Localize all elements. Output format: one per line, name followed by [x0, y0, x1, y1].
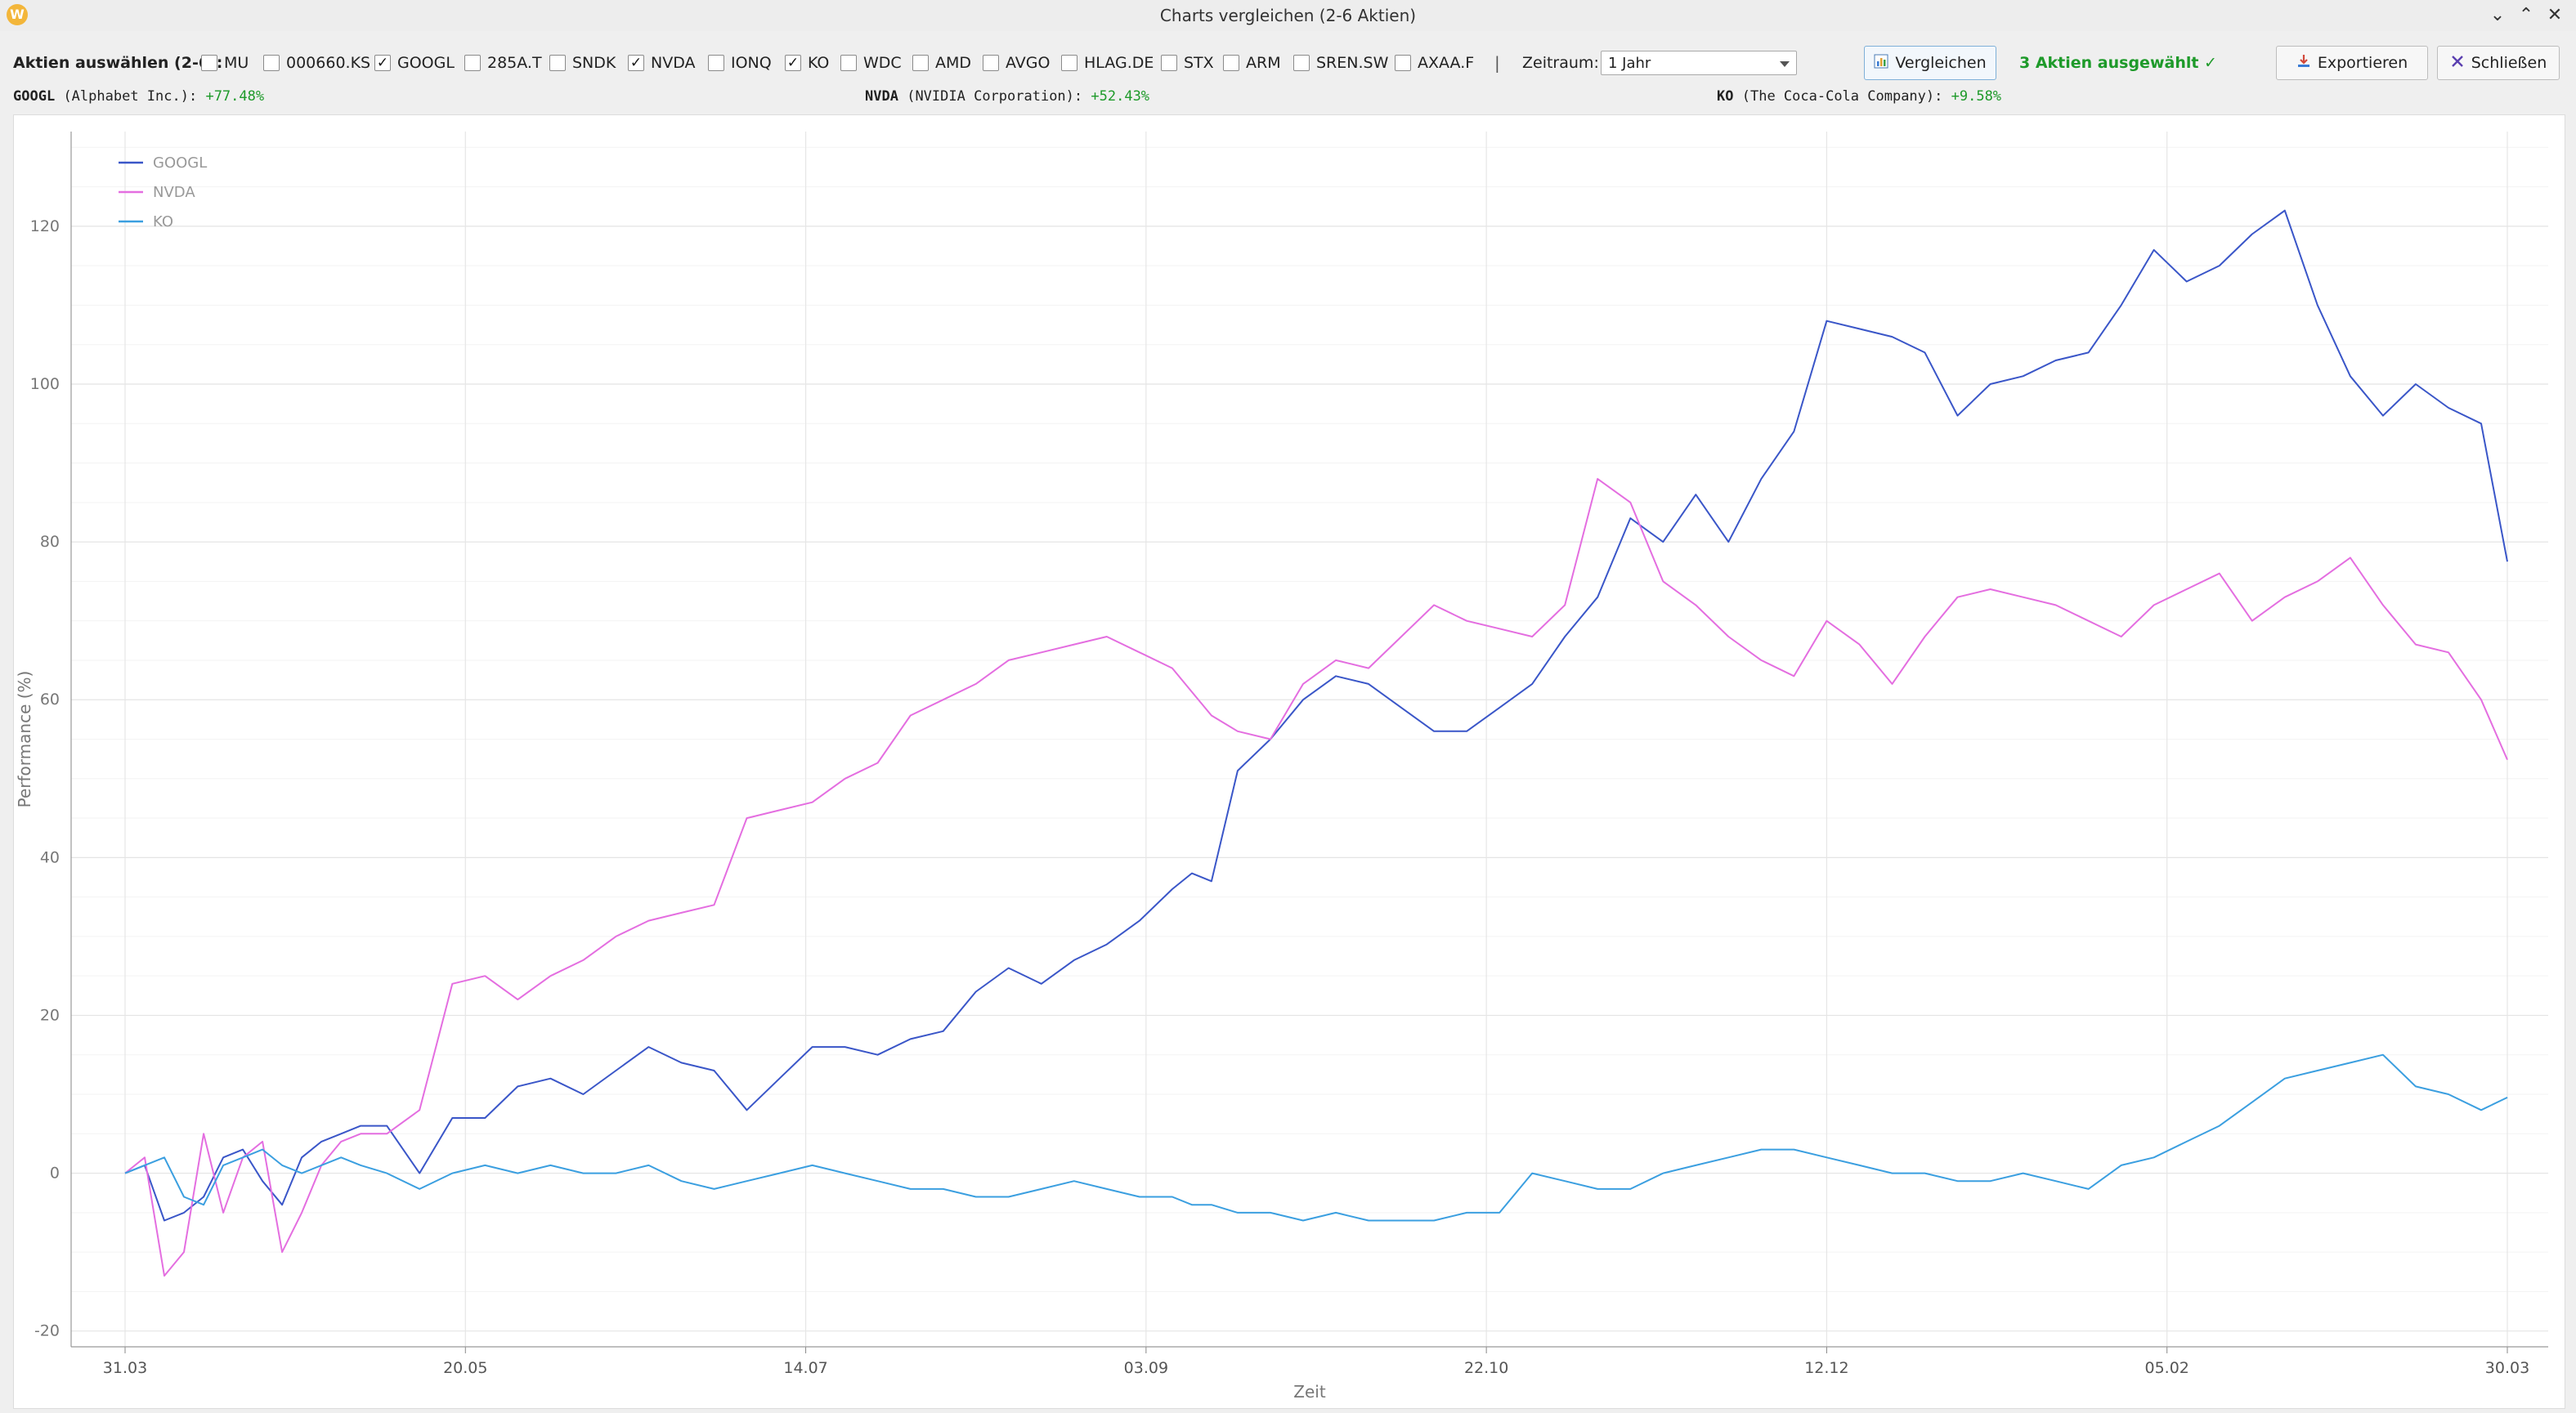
series-line-ko: [124, 1053, 2508, 1222]
chart-grid: [71, 132, 2548, 1347]
x-tick-label: 03.09: [1124, 1359, 1168, 1377]
checkbox-mu[interactable]: MU: [201, 53, 249, 73]
info-ko: KO (The Coca-Cola Company): +9.58%: [1717, 88, 2002, 105]
close-button[interactable]: Schließen: [2437, 46, 2560, 80]
chart-legend: GOOGL NVDA KO: [119, 154, 207, 230]
x-axis-title: Zeit: [1293, 1382, 1326, 1402]
title-bar: W Charts vergleichen (2-6 Aktien) ⌄ ⌃ ✕: [0, 0, 2576, 32]
y-tick-label: 60: [40, 691, 60, 709]
chart-area[interactable]: -20 0 20 40 60 80 100 120 31.03 20.05 14.07 03.09 22…: [13, 114, 2565, 1409]
x-tick-label: 20.05: [443, 1359, 487, 1377]
chart-series: [124, 209, 2508, 1277]
close-window-icon[interactable]: ✕: [2542, 3, 2567, 28]
checkbox-srensw[interactable]: SREN.SW: [1293, 53, 1388, 73]
close-icon: [2450, 54, 2465, 73]
chevron-down-icon: [1780, 61, 1790, 67]
chart-axes: -20 0 20 40 60 80 100 120 31.03 20.05 14.07 03.09 22…: [15, 132, 2548, 1402]
info-nvda: NVDA (NVIDIA Corporation): +52.43%: [865, 88, 1150, 105]
checkbox-000660ks[interactable]: 000660.KS: [263, 53, 370, 73]
y-tick-label: 120: [30, 217, 60, 235]
checkbox-nvda[interactable]: ✓ NVDA: [628, 53, 696, 73]
period-label: Zeitraum:: [1522, 54, 1599, 72]
checkbox-ko[interactable]: ✓ KO: [785, 53, 829, 73]
toolbar-separator: |: [1494, 53, 1500, 73]
checkbox-amd[interactable]: AMD: [912, 53, 971, 73]
minimize-icon[interactable]: ⌄: [2485, 3, 2510, 28]
y-tick-label: 80: [40, 533, 60, 551]
stock-select-label: Aktien auswählen (2-6):: [13, 54, 223, 72]
x-tick-label: 12.12: [1804, 1359, 1848, 1377]
y-tick-label: -20: [34, 1322, 60, 1340]
checkbox-hlagde[interactable]: HLAG.DE: [1061, 53, 1154, 73]
legend-label-ko: KO: [153, 213, 173, 230]
x-tick-label: 22.10: [1464, 1359, 1508, 1377]
y-tick-label: 40: [40, 848, 60, 866]
y-tick-label: 100: [30, 375, 60, 393]
x-tick-label: 14.07: [783, 1359, 827, 1377]
series-line-nvda: [124, 477, 2508, 1277]
period-select[interactable]: 1 Jahr: [1601, 51, 1797, 75]
x-tick-label: 30.03: [2485, 1359, 2529, 1377]
checkbox-wdc[interactable]: WDC: [840, 53, 902, 73]
compare-button-label: Vergleichen: [1895, 54, 1987, 72]
checkbox-arm[interactable]: ARM: [1223, 53, 1281, 73]
chart-icon: [1874, 54, 1888, 73]
checkbox-avgo[interactable]: AVGO: [983, 53, 1050, 73]
y-tick-label: 0: [50, 1165, 60, 1183]
checkbox-axaaf[interactable]: AXAA.F: [1395, 53, 1474, 73]
checkbox-stx[interactable]: STX: [1161, 53, 1214, 73]
download-icon: [2296, 54, 2311, 73]
export-button-label: Exportieren: [2317, 54, 2408, 72]
window-title: Charts vergleichen (2-6 Aktien): [1159, 6, 1417, 25]
checkbox-ionq[interactable]: IONQ: [708, 53, 772, 73]
close-button-label: Schließen: [2471, 54, 2547, 72]
selection-status: 3 Aktien ausgewählt ✓: [2019, 54, 2217, 72]
performance-chart[interactable]: -20 0 20 40 60 80 100 120 31.03 20.05 14.07 03.09 22…: [14, 115, 2565, 1408]
maximize-icon[interactable]: ⌃: [2514, 3, 2538, 28]
legend-label-googl: GOOGL: [153, 154, 207, 172]
x-tick-label: 31.03: [103, 1359, 147, 1377]
export-button[interactable]: Exportieren: [2276, 46, 2428, 80]
x-tick-label: 05.02: [2145, 1359, 2189, 1377]
toolbar: Aktien auswählen (2-6): MU 000660.KS ✓ GO…: [0, 31, 2576, 93]
series-line-googl: [124, 209, 2508, 1222]
checkbox-285at[interactable]: 285A.T: [464, 53, 542, 73]
y-tick-label: 20: [40, 1006, 60, 1024]
y-axis-title: Performance (%): [15, 671, 34, 808]
period-select-value: 1 Jahr: [1608, 55, 1651, 72]
legend-label-nvda: NVDA: [153, 184, 195, 201]
checkbox-sndk[interactable]: SNDK: [549, 53, 616, 73]
compare-button[interactable]: Vergleichen: [1864, 46, 1996, 80]
info-googl: GOOGL (Alphabet Inc.): +77.48%: [13, 88, 265, 105]
checkbox-googl[interactable]: ✓ GOOGL: [374, 53, 455, 73]
